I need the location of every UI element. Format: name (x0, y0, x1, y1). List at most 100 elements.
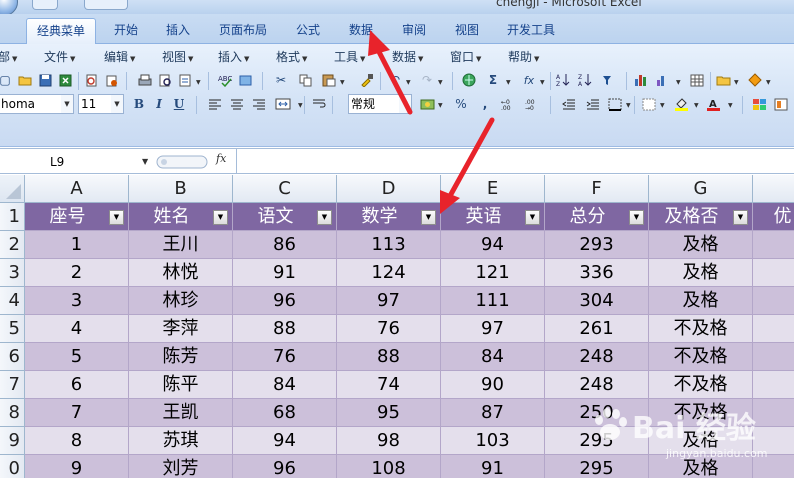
row-header[interactable]: 7 (0, 371, 25, 399)
column-header-f[interactable]: F (545, 175, 649, 203)
name-box[interactable]: L9 ▼ (0, 152, 152, 172)
column-header-b[interactable]: B (129, 175, 233, 203)
table-cell[interactable]: 不及格 (649, 399, 753, 427)
table-cell[interactable]: 陈芳 (129, 343, 233, 371)
table-cell[interactable]: 108 (337, 455, 441, 478)
table-cell[interactable] (753, 259, 794, 287)
align-center-icon[interactable] (228, 95, 246, 113)
table-cell[interactable]: 林珍 (129, 287, 233, 315)
table-cell[interactable]: 96 (233, 455, 337, 478)
table-cell[interactable]: 王川 (129, 231, 233, 259)
row-header[interactable]: 2 (0, 231, 25, 259)
table-cell[interactable]: 87 (441, 399, 545, 427)
wrap-text-icon[interactable] (310, 95, 328, 113)
filter-dropdown-button[interactable]: ▼ (733, 210, 748, 225)
table-cell[interactable]: 王凯 (129, 399, 233, 427)
column-header-h[interactable] (753, 175, 794, 203)
undo-icon[interactable]: ↶ (386, 71, 404, 89)
insert-function-button[interactable]: fx (216, 152, 226, 165)
pivot-chart-icon[interactable] (654, 71, 672, 89)
table-cell[interactable]: 336 (545, 259, 649, 287)
quick-access-undo-button[interactable] (32, 0, 58, 10)
number-format-select[interactable]: 常规 ▼ (348, 94, 412, 114)
table-cell[interactable] (753, 287, 794, 315)
table-cell[interactable]: 7 (25, 399, 129, 427)
row-header[interactable]: 4 (0, 287, 25, 315)
table-cell[interactable]: 113 (337, 231, 441, 259)
save-icon[interactable] (36, 71, 54, 89)
decrease-decimal-icon[interactable]: .00 →0 (524, 95, 542, 113)
table-cell[interactable]: 6 (25, 371, 129, 399)
table-cell[interactable]: 91 (233, 259, 337, 287)
header-cell[interactable]: 姓名 ▼ (129, 203, 233, 231)
menu-format[interactable]: 格式 ▼ (276, 48, 307, 65)
header-cell[interactable]: 数学 ▼ (337, 203, 441, 231)
styles-icon[interactable] (750, 95, 768, 113)
table-cell[interactable]: 林悦 (129, 259, 233, 287)
select-all-corner[interactable] (0, 175, 25, 203)
table-cell[interactable]: 74 (337, 371, 441, 399)
table-cell[interactable]: 97 (441, 315, 545, 343)
table-cell[interactable]: 及格 (649, 259, 753, 287)
menu-view[interactable]: 视图 ▼ (162, 48, 193, 65)
menu-data[interactable]: 数据 ▼ (392, 48, 423, 65)
table-cell[interactable] (753, 427, 794, 455)
table-cell[interactable]: 不及格 (649, 315, 753, 343)
table-cell[interactable]: 刘芳 (129, 455, 233, 478)
macro-security-icon[interactable] (746, 71, 764, 89)
header-cell[interactable]: 及格否 ▼ (649, 203, 753, 231)
menu-file[interactable]: 文件 ▼ (44, 48, 75, 65)
table-cell[interactable]: 295 (545, 427, 649, 455)
row-header[interactable]: 6 (0, 343, 25, 371)
table-cell[interactable]: 98 (337, 427, 441, 455)
chart-wizard-icon[interactable] (632, 71, 650, 89)
column-header-g[interactable]: G (649, 175, 753, 203)
table-cell[interactable]: 121 (441, 259, 545, 287)
align-right-icon[interactable] (250, 95, 268, 113)
table-cell[interactable]: 124 (337, 259, 441, 287)
column-header-a[interactable]: A (25, 175, 129, 203)
row-header[interactable]: 9 (0, 427, 25, 455)
column-header-c[interactable]: C (233, 175, 337, 203)
column-header-d[interactable]: D (337, 175, 441, 203)
table-cell[interactable]: 李萍 (129, 315, 233, 343)
filter-dropdown-button[interactable]: ▼ (109, 210, 124, 225)
table-cell[interactable]: 304 (545, 287, 649, 315)
increase-indent-icon[interactable] (584, 95, 602, 113)
quick-access-redo-button[interactable] (84, 0, 128, 10)
tab-formulas[interactable]: 公式 (288, 18, 328, 44)
menu-tools[interactable]: 工具 ▼ (334, 48, 365, 65)
table-cell[interactable]: 94 (441, 231, 545, 259)
table-cell[interactable]: 1 (25, 231, 129, 259)
table-cell[interactable]: 295 (545, 455, 649, 478)
table-cell[interactable]: 248 (545, 343, 649, 371)
cut-icon[interactable]: ✂ (272, 71, 290, 89)
hyperlink-icon[interactable] (460, 71, 478, 89)
font-size-select[interactable]: 11 ▼ (78, 94, 124, 114)
table-cell[interactable]: 76 (233, 343, 337, 371)
spelling-icon[interactable]: ABC (216, 71, 234, 89)
header-cell[interactable]: 总分 ▼ (545, 203, 649, 231)
zoom-preview-icon[interactable] (156, 71, 174, 89)
percent-button[interactable]: % (452, 95, 470, 113)
table-cell[interactable]: 4 (25, 315, 129, 343)
header-cell[interactable]: 语文 ▼ (233, 203, 337, 231)
table-cell[interactable]: 84 (441, 343, 545, 371)
table-cell[interactable]: 88 (233, 315, 337, 343)
print-icon[interactable] (136, 71, 154, 89)
permission-icon[interactable] (102, 71, 120, 89)
table-cell[interactable]: 248 (545, 371, 649, 399)
insert-function-icon[interactable]: fx (520, 71, 538, 89)
copy-icon[interactable] (296, 71, 314, 89)
research-book-icon[interactable] (236, 71, 254, 89)
table-cell[interactable] (753, 455, 794, 478)
table-cell[interactable]: 86 (233, 231, 337, 259)
fill-color-icon[interactable] (672, 95, 690, 113)
merge-center-icon[interactable] (274, 95, 292, 113)
folder-icon[interactable] (714, 71, 732, 89)
table-cell[interactable]: 2 (25, 259, 129, 287)
table-cell[interactable]: 68 (233, 399, 337, 427)
font-name-select[interactable]: homa ▼ (0, 94, 74, 114)
row-header[interactable]: 8 (0, 399, 25, 427)
tab-review[interactable]: 审阅 (392, 18, 436, 44)
